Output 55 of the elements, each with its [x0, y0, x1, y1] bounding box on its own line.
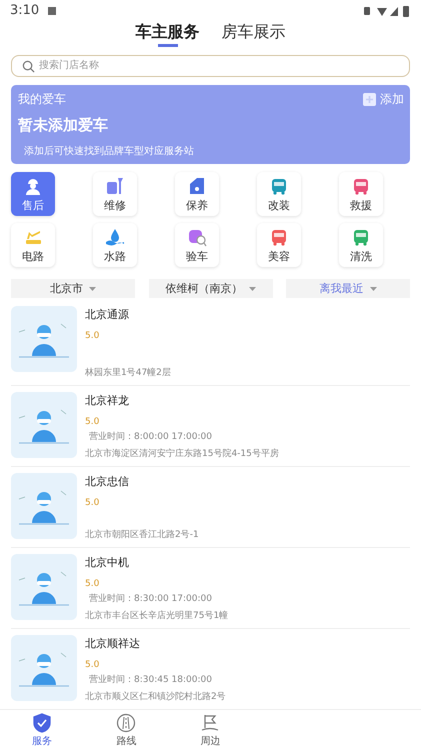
empty-title: 暂未添加爱车	[18, 116, 109, 135]
plus-icon[interactable]	[363, 92, 376, 106]
caret-icon	[370, 286, 376, 291]
service-tile[interactable]: 维修	[93, 172, 137, 216]
store-rating: 5.0	[85, 660, 100, 670]
store-placeholder-drawing	[11, 392, 77, 458]
business-hours: 营业时间：8:00:00 17:00:00	[88, 430, 213, 444]
caret-icon	[89, 286, 96, 291]
store-address: 北京市丰台区长辛店光明里75号1幢	[85, 610, 230, 622]
nav-tab[interactable]: 服务	[0, 710, 84, 750]
store-name[interactable]: 北京中机	[85, 555, 410, 570]
card-title: 我的爱车	[18, 90, 66, 108]
nav-tab[interactable]: 路线	[84, 710, 168, 750]
service-tile[interactable]: 改装	[257, 172, 301, 216]
business-hours: 营业时间：8:30:00 17:00:00	[88, 592, 213, 606]
service-tile[interactable]: 水路	[93, 223, 137, 268]
store-placeholder-drawing	[11, 306, 77, 372]
search-icon	[22, 60, 35, 73]
tab[interactable]: 车主服务	[136, 22, 200, 50]
store-placeholder-drawing	[11, 554, 77, 620]
store-address: 北京市顺义区仁和镇沙陀村北路2号	[85, 690, 227, 704]
status-time: 3:10	[10, 3, 40, 18]
store-placeholder-drawing	[11, 473, 77, 540]
flag-icon	[200, 712, 220, 733]
filter-dropdown[interactable]: 离我最近	[286, 279, 410, 298]
store-rating: 5.0	[85, 498, 100, 508]
store-name[interactable]: 北京忠信	[85, 474, 410, 490]
store-name[interactable]: 北京顺祥达	[85, 636, 410, 652]
tab[interactable]: 房车展示	[222, 22, 286, 50]
caret-icon	[248, 286, 256, 291]
store-rating: 5.0	[85, 579, 100, 590]
store-name[interactable]: 北京祥龙	[85, 393, 410, 408]
filter-dropdown[interactable]: 依维柯（南京）	[148, 279, 272, 298]
service-tile[interactable]: 美容	[257, 223, 301, 268]
road-icon	[116, 712, 136, 733]
service-tile[interactable]: 电路	[11, 223, 55, 268]
status-icons	[363, 4, 411, 17]
service-tile[interactable]: 救援	[339, 172, 383, 216]
service-tile[interactable]: 验车	[175, 223, 219, 268]
business-hours: 营业时间：8:30:45 18:00:00	[88, 674, 213, 686]
store-rating: 5.0	[85, 331, 100, 342]
search-field[interactable]: 搜索门店名称	[11, 54, 410, 77]
store-address: 北京市朝阳区香江北路2号-1	[85, 528, 200, 542]
shield-icon	[32, 712, 52, 733]
store-name[interactable]: 北京通源	[85, 307, 410, 322]
store-address: 北京市海淀区清河安宁庄东路15号院4-15号平房	[85, 448, 280, 460]
service-tile[interactable]: 售后	[11, 172, 55, 216]
hint-text: 添加后可快速找到品牌车型对应服务站	[23, 144, 195, 158]
store-placeholder-drawing	[11, 635, 77, 702]
nav-tab[interactable]: 周边	[168, 710, 253, 750]
store-rating: 5.0	[85, 417, 100, 428]
service-tile[interactable]: 清洗	[339, 223, 383, 268]
filter-dropdown[interactable]: 北京市	[11, 279, 135, 298]
service-tile[interactable]: 保养	[175, 172, 219, 216]
store-address: 林园东里1号47幢2层	[85, 366, 172, 380]
